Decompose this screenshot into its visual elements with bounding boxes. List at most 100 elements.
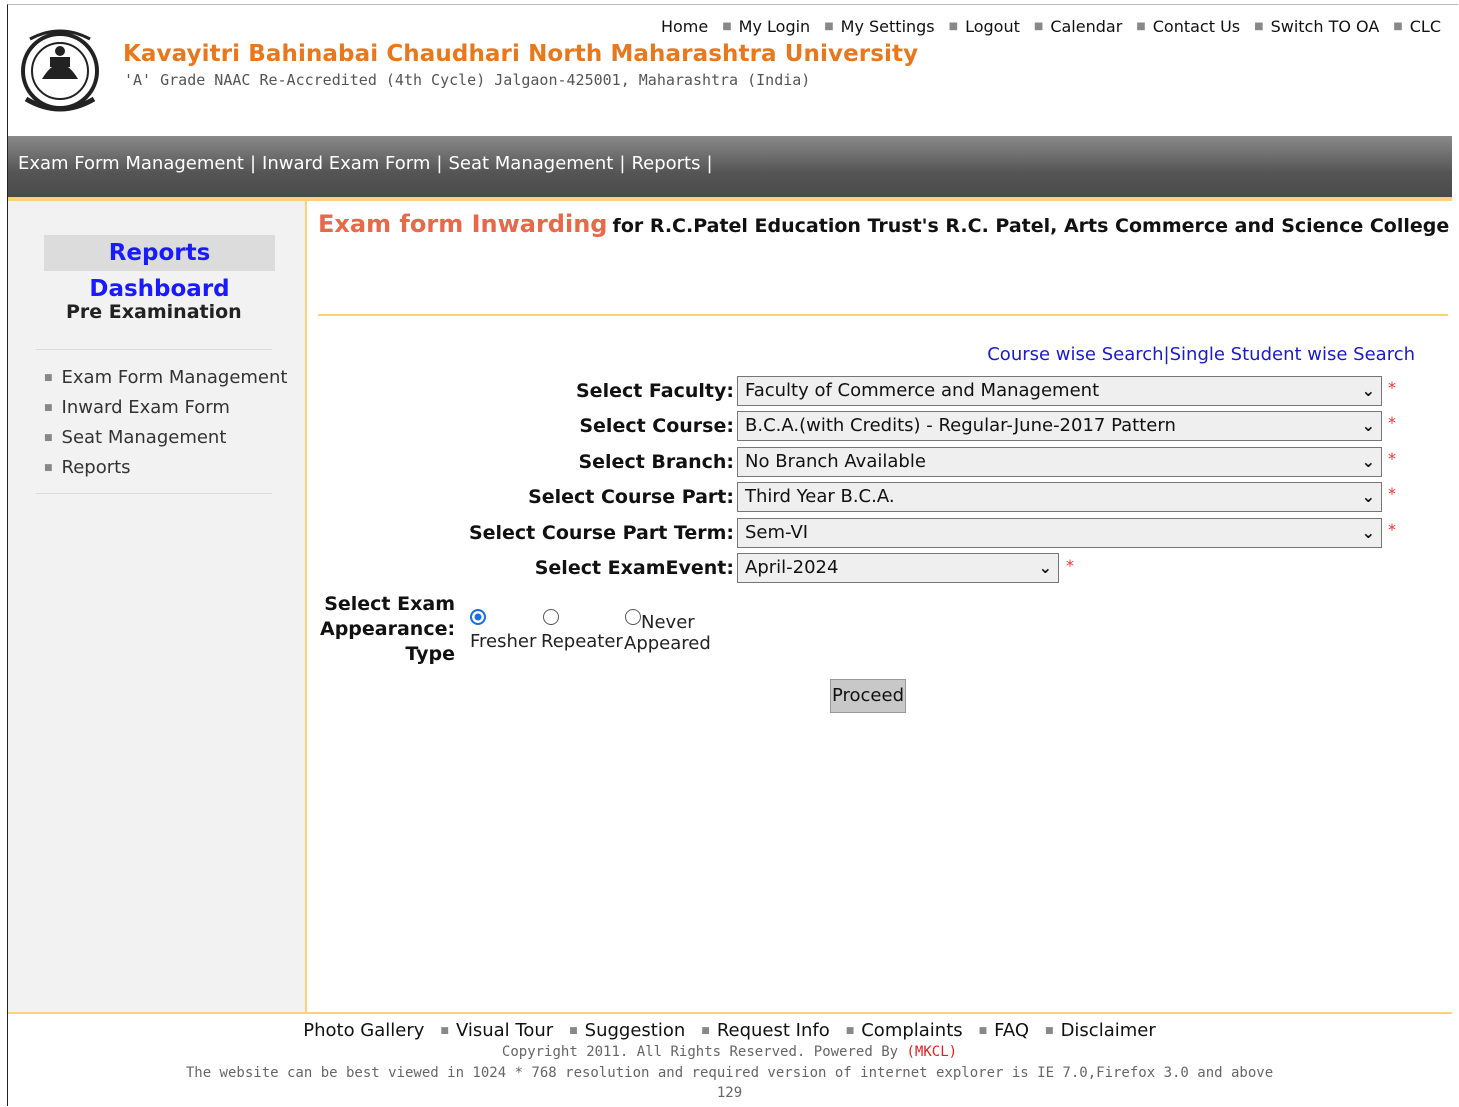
bullet-icon: ■ <box>1045 1026 1054 1036</box>
visitor-counter: 129 <box>716 1085 743 1101</box>
bullet-icon: ■ <box>1033 21 1044 32</box>
exam-event-label: Select ExamEvent: <box>534 557 734 579</box>
sidebar-item-exam-form-management[interactable]: ■ Exam Form Management <box>44 363 287 393</box>
copyright-text: Copyright 2011. All Rights Reserved. Pow… <box>501 1044 899 1060</box>
radio-appeared-label: Appeared <box>624 633 711 654</box>
required-marker: * <box>1388 413 1396 432</box>
course-select[interactable]: B.C.A.(with Credits) - Regular-June-2017… <box>737 411 1382 441</box>
sidebar-item-label[interactable]: Seat Management <box>62 427 227 448</box>
top-link-home[interactable]: Home <box>661 17 708 36</box>
single-student-search-link[interactable]: Single Student wise Search <box>1170 344 1415 365</box>
radio-repeater[interactable] <box>543 606 559 627</box>
bullet-icon: ■ <box>1254 21 1264 32</box>
branch-select[interactable]: No Branch Available ⌄ <box>737 447 1382 477</box>
sidebar-item-label[interactable]: Reports <box>62 457 131 478</box>
top-link-contact-us[interactable]: Contact Us <box>1153 17 1240 36</box>
nav-inward-exam-form[interactable]: Inward Exam Form <box>262 153 430 174</box>
top-link-logout[interactable]: Logout <box>965 17 1020 36</box>
resolution-note: The website can be best viewed in 1024 *… <box>185 1065 1274 1081</box>
chevron-down-icon: ⌄ <box>1361 452 1375 471</box>
bullet-icon: ■ <box>44 403 53 413</box>
top-link-switch-to-oa[interactable]: Switch TO OA <box>1271 17 1380 36</box>
course-part-term-row: Select Course Part Term: <box>320 518 734 550</box>
sidebar-item-label[interactable]: Exam Form Management <box>62 367 288 388</box>
appearance-label-line: Type <box>405 643 455 665</box>
radio-unselected-icon[interactable] <box>543 609 559 625</box>
appearance-type-label: Select Exam Appearance: Type <box>320 592 455 667</box>
radio-never-appeared[interactable]: Never <box>625 606 695 633</box>
bullet-icon: ■ <box>44 463 53 473</box>
copyright: Copyright 2011. All Rights Reserved. Pow… <box>0 1044 1459 1060</box>
university-name: Kavayitri Bahinabai Chaudhari North Maha… <box>123 41 919 67</box>
course-part-row: Select Course Part: <box>320 482 734 514</box>
footer-link-photo-gallery[interactable]: Photo Gallery <box>303 1020 424 1041</box>
university-logo[interactable] <box>20 19 100 123</box>
top-link-my-settings[interactable]: My Settings <box>841 17 935 36</box>
radio-repeater-label: Repeater <box>541 631 623 652</box>
nav-reports[interactable]: Reports <box>631 153 700 174</box>
radio-fresher[interactable] <box>470 606 486 627</box>
nav-separator: | <box>249 153 257 174</box>
course-part-term-select-value: Sem-VI <box>745 522 809 543</box>
top-link-calendar[interactable]: Calendar <box>1050 17 1122 36</box>
top-link-label[interactable]: Home <box>661 17 708 36</box>
required-marker: * <box>1388 520 1396 539</box>
sidebar-divider <box>36 349 272 350</box>
appearance-label-line: Appearance: <box>320 618 456 640</box>
bullet-icon: ■ <box>722 21 732 32</box>
sidebar-item-inward-exam-form[interactable]: ■ Inward Exam Form <box>44 393 287 423</box>
bullet-icon: ■ <box>824 21 834 32</box>
nav-exam-form-management[interactable]: Exam Form Management <box>18 153 244 174</box>
required-marker: * <box>1388 449 1396 468</box>
course-part-term-select[interactable]: Sem-VI ⌄ <box>737 518 1382 548</box>
title-divider <box>318 314 1448 316</box>
appearance-label-line: Select Exam <box>324 593 455 615</box>
footer-link-complaints[interactable]: Complaints <box>861 1020 962 1041</box>
footer-link-request-info[interactable]: Request Info <box>717 1020 830 1041</box>
faculty-select[interactable]: Faculty of Commerce and Management ⌄ <box>737 376 1382 406</box>
page-title-main: Exam form Inwarding <box>318 210 608 238</box>
faculty-select-value: Faculty of Commerce and Management <box>745 380 1100 401</box>
chevron-down-icon: ⌄ <box>1361 416 1375 435</box>
exam-event-select[interactable]: April-2024 ⌄ <box>737 553 1059 583</box>
mkcl-link[interactable]: (MKCL) <box>907 1044 958 1060</box>
faculty-label: Select Faculty: <box>576 380 734 402</box>
university-subtitle: 'A' Grade NAAC Re-Accredited (4th Cycle)… <box>124 71 811 89</box>
course-part-select[interactable]: Third Year B.C.A. ⌄ <box>737 482 1382 512</box>
chevron-down-icon: ⌄ <box>1361 487 1375 506</box>
radio-unselected-icon[interactable] <box>625 609 641 625</box>
footer-link-disclaimer[interactable]: Disclaimer <box>1061 1020 1156 1041</box>
nav-seat-management[interactable]: Seat Management <box>448 153 613 174</box>
sidebar-item-seat-management[interactable]: ■ Seat Management <box>44 423 287 453</box>
bullet-icon: ■ <box>948 21 959 32</box>
page-title: Exam form Inwarding for R.C.Patel Educat… <box>318 210 1449 238</box>
branch-label: Select Branch: <box>578 451 734 473</box>
top-link-clc[interactable]: CLC <box>1410 17 1441 36</box>
radio-selected-icon[interactable] <box>470 609 486 625</box>
course-wise-search-link[interactable]: Course wise Search <box>987 344 1163 365</box>
search-mode-links: Course wise Search|Single Student wise S… <box>987 344 1415 365</box>
top-link-my-login[interactable]: My Login <box>739 17 811 36</box>
footer-links: Photo Gallery ■ Visual Tour ■ Suggestion ■ Req… <box>0 1020 1459 1041</box>
sidebar-menu: ■ Exam Form Management ■ Inward Exam Form … <box>44 363 287 483</box>
sidebar-item-reports[interactable]: ■ Reports <box>44 453 287 483</box>
course-row: Select Course: <box>320 411 734 443</box>
bullet-icon: ■ <box>569 1026 578 1036</box>
footer-link-visual-tour[interactable]: Visual Tour <box>456 1020 553 1041</box>
sidebar: Reports Dashboard Pre Examination ■ Exam … <box>8 201 307 1012</box>
sidebar-item-label[interactable]: Inward Exam Form <box>62 397 230 418</box>
bullet-icon: ■ <box>978 1026 988 1036</box>
footer-link-faq[interactable]: FAQ <box>994 1020 1029 1041</box>
main-nav-bar: Exam Form Management | Inward Exam Form | Se… <box>8 136 1452 201</box>
faculty-row: Select Faculty: <box>320 376 734 408</box>
proceed-button[interactable]: Proceed <box>830 679 906 713</box>
reports-dashboard-link[interactable]: Reports Dashboard <box>44 235 275 302</box>
footer-link-suggestion[interactable]: Suggestion <box>585 1020 686 1041</box>
course-select-value: B.C.A.(with Credits) - Regular-June-2017… <box>745 415 1176 436</box>
bullet-icon: ■ <box>1393 21 1403 32</box>
nav-separator: | <box>436 153 443 174</box>
course-label: Select Course: <box>579 415 734 437</box>
bullet-icon: ■ <box>44 373 53 383</box>
chevron-down-icon: ⌄ <box>1361 523 1375 542</box>
nav-separator: | <box>706 153 713 174</box>
